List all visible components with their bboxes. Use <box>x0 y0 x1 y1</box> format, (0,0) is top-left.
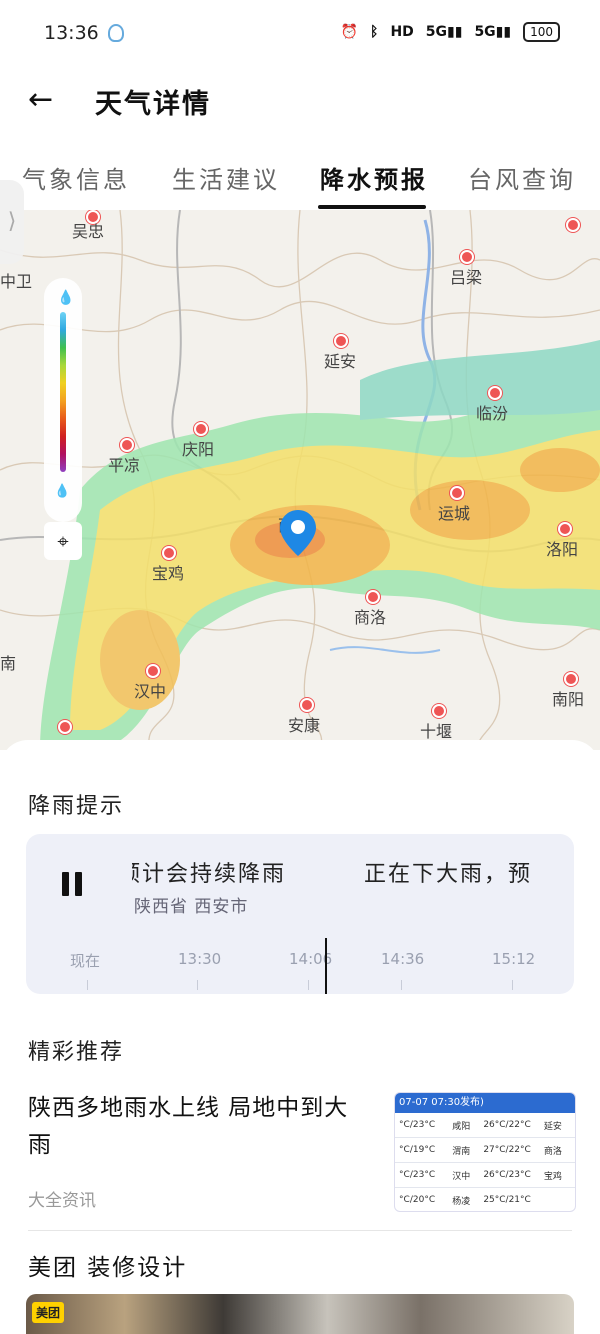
news-thumbnail: 07-07 07:30发布) °C/23°C 咸阳 26°C/22°C 延安 °C/1… <box>394 1092 576 1212</box>
city-label: 安康 <box>288 716 321 735</box>
city-marker[interactable] <box>564 672 578 686</box>
news-source: 大全资讯 <box>28 1191 96 1211</box>
city-marker[interactable] <box>566 218 580 232</box>
status-icons: ⏰ ᛒ HD 5G▮▮ 5G▮▮ 100 <box>341 22 560 42</box>
assistant-icon <box>108 24 124 42</box>
city-marker[interactable] <box>120 438 134 452</box>
timeline-label: 13:30 <box>178 950 222 968</box>
battery-icon: 100 <box>523 22 560 42</box>
ad-title[interactable]: 美团 装修设计 <box>28 1248 187 1282</box>
timeline-label: 15:12 <box>492 950 536 968</box>
ad-brand-badge: 美团 <box>32 1302 65 1323</box>
thumbnail-header: 07-07 07:30发布) <box>395 1093 575 1113</box>
tab-life-advice[interactable]: 生活建议 <box>172 160 280 195</box>
pause-icon[interactable] <box>62 872 84 896</box>
city-label: 商洛 <box>354 608 387 627</box>
city-marker[interactable] <box>460 250 474 264</box>
tab-indicator <box>318 205 426 209</box>
city-label: 南阳 <box>552 690 585 709</box>
radar-map[interactable]: 吴忠 吕梁 中卫 延安 临汾 庆阳 平凉 运城 西安 宝鸡 洛阳 商洛 汉中 南… <box>0 210 600 750</box>
status-bar: 13:36 ⏰ ᛒ HD 5G▮▮ 5G▮▮ 100 <box>0 0 600 68</box>
timeline-tick <box>308 980 309 990</box>
map-base <box>0 210 600 750</box>
city-marker[interactable] <box>432 704 446 718</box>
timeline-tick <box>401 980 402 990</box>
page-title: 天气详情 <box>95 89 211 120</box>
city-marker[interactable] <box>146 664 160 678</box>
light-rain-drop-icon: 💧 <box>57 290 75 306</box>
rain-message-part-2: 正在下大雨，预 <box>364 862 533 887</box>
city-label: 平凉 <box>108 456 141 475</box>
thumbnail-row: °C/20°C 杨凌 25°C/21°C <box>395 1188 575 1211</box>
rain-tip-card[interactable]: 预计会持续降雨 正在下大雨，预 陕西省 西安市 现在 13:30 14:06 1… <box>26 834 574 994</box>
city-marker[interactable] <box>488 386 502 400</box>
recommend-title: 精彩推荐 <box>28 1040 125 1065</box>
rain-message-part-1: 预计会持续降雨 <box>132 862 287 887</box>
divider <box>28 1230 572 1231</box>
city-label: 延安 <box>324 352 357 371</box>
timeline-label: 现在 <box>70 952 101 970</box>
bluetooth-icon: ᛒ <box>370 24 379 40</box>
city-marker[interactable] <box>300 698 314 712</box>
timeline-tick <box>197 980 198 990</box>
tab-precipitation-forecast[interactable]: 降水预报 <box>320 160 428 195</box>
city-marker[interactable] <box>366 590 380 604</box>
city-label: 吕梁 <box>450 268 483 287</box>
city-label: 宝鸡 <box>152 564 185 583</box>
precipitation-legend: 💧 💧 <box>44 278 82 522</box>
timeline-tick <box>87 980 88 990</box>
app-bar: ← 天气详情 <box>0 68 600 132</box>
city-marker[interactable] <box>334 334 348 348</box>
city-label: 南 <box>0 654 17 673</box>
news-item[interactable]: 陕西多地雨水上线 局地中到大雨 大全资讯 07-07 07:30发布) °C/2… <box>28 1090 576 1230</box>
rain-message-marquee: 预计会持续降雨 正在下大雨，预 <box>132 856 564 890</box>
city-marker[interactable] <box>558 522 572 536</box>
ad-image[interactable]: 美团 <box>26 1294 574 1334</box>
city-label: 临汾 <box>476 404 509 423</box>
city-label: 运城 <box>438 504 471 523</box>
hd-icon: HD <box>390 24 414 40</box>
timeline-scrubber[interactable] <box>325 938 327 994</box>
timeline-tick <box>512 980 513 990</box>
city-label: 庆阳 <box>182 440 215 459</box>
tab-typhoon-query[interactable]: 台风查询 <box>468 160 576 195</box>
city-label: 中卫 <box>0 272 33 291</box>
city-marker[interactable] <box>450 486 464 500</box>
locate-icon[interactable]: ⌖ <box>44 522 82 560</box>
city-label: 汉中 <box>134 682 167 701</box>
city-label: 吴忠 <box>72 222 105 241</box>
heavy-rain-drops-icon: 💧 <box>54 484 71 499</box>
signal-icon-2: 5G▮▮ <box>474 24 512 40</box>
city-marker[interactable] <box>162 546 176 560</box>
tab-bar: 气象信息 生活建议 降水预报 台风查询 <box>0 150 600 210</box>
status-time: 13:36 <box>44 22 99 44</box>
info-sheet: 降雨提示 预计会持续降雨 正在下大雨，预 陕西省 西安市 现在 13:30 14… <box>0 740 600 1334</box>
tab-weather-info[interactable]: 气象信息 <box>22 160 130 195</box>
back-arrow-icon[interactable]: ← <box>28 84 64 120</box>
timeline-label: 14:36 <box>381 950 425 968</box>
signal-icon-1: 5G▮▮ <box>425 24 463 40</box>
alarm-icon: ⏰ <box>340 24 359 40</box>
thumbnail-row: °C/23°C 咸阳 26°C/22°C 延安 <box>395 1113 575 1138</box>
city-marker[interactable] <box>194 422 208 436</box>
thumbnail-row: °C/23°C 汉中 26°C/23°C 宝鸡 <box>395 1163 575 1188</box>
city-label: 十堰 <box>420 722 453 741</box>
legend-color-bar <box>60 312 66 472</box>
rain-location: 陕西省 西安市 <box>134 897 249 917</box>
city-label: 洛阳 <box>546 540 579 559</box>
news-title: 陕西多地雨水上线 局地中到大雨 <box>28 1095 349 1158</box>
side-drawer-handle[interactable]: ⟩ <box>0 180 24 264</box>
location-pin-icon[interactable] <box>280 510 316 556</box>
rain-tip-title: 降雨提示 <box>28 794 125 819</box>
city-marker[interactable] <box>58 720 72 734</box>
thumbnail-row: °C/19°C 渭南 27°C/22°C 商洛 <box>395 1138 575 1163</box>
